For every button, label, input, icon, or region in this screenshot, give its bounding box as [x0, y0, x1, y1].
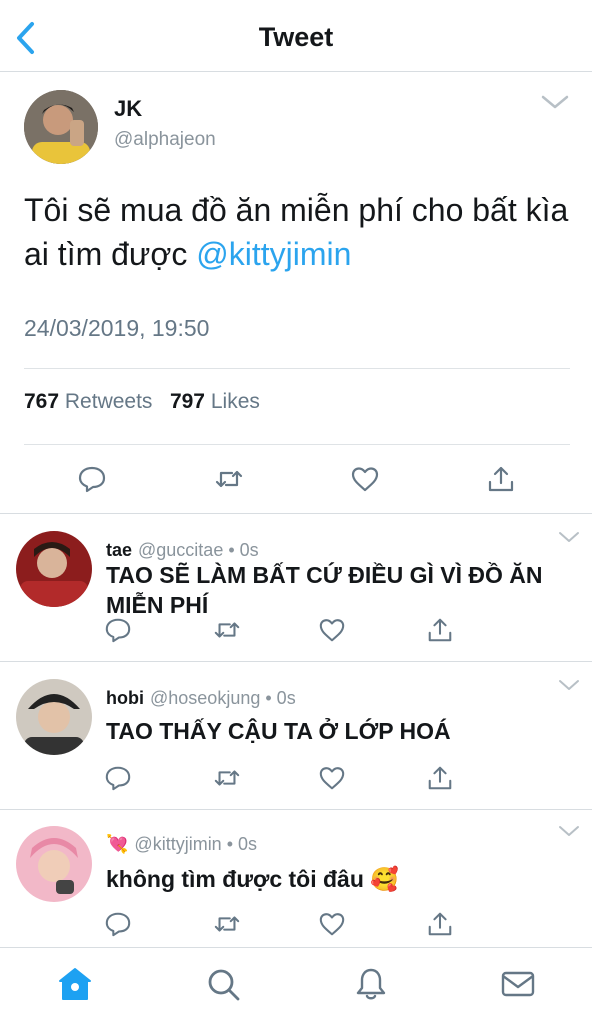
author-name[interactable]: JK [114, 96, 142, 122]
mail-icon [501, 971, 535, 997]
tweet-menu-button[interactable] [558, 678, 580, 692]
retweet-button[interactable] [213, 764, 243, 794]
mention-link[interactable]: @kittyjimin [196, 236, 351, 272]
reply-text: không tìm được tôi đâu 🥰 [106, 866, 399, 892]
tweet-timestamp: 24/03/2019, 19:50 [24, 315, 210, 341]
main-tweet: JK @alphajeon Tôi sẽ mua đồ ăn miễn phí … [0, 72, 592, 514]
reply-text: TAO THẤY CẬU TA Ở LỚP HOÁ [106, 718, 451, 744]
divider [24, 368, 570, 369]
like-button[interactable] [350, 464, 380, 494]
reply-header: 💘 @kittyjimin • 0s [106, 834, 257, 855]
reply-tweet[interactable]: 💘 @kittyjimin • 0s không tìm được tôi đâu… [0, 810, 592, 947]
retweet-icon [214, 770, 240, 786]
share-button[interactable] [426, 616, 456, 646]
reply-button[interactable] [104, 910, 134, 940]
tab-messages[interactable] [500, 966, 536, 1002]
reply-text: TAO SẼ LÀM BẤT CỨ ĐIỀU GÌ VÌ ĐỒ ĂN MIỄN … [106, 562, 543, 618]
reply-actions [0, 910, 592, 940]
retweet-icon [215, 470, 243, 488]
retweet-button[interactable] [214, 464, 244, 494]
reply-icon [105, 912, 131, 937]
tweet-actions [0, 464, 592, 500]
chevron-down-icon [559, 532, 579, 542]
reply-author-name[interactable]: 💘 [106, 834, 128, 854]
likes-stat[interactable]: 797 Likes [170, 390, 260, 413]
top-nav-bar: Tweet [0, 0, 592, 72]
reply-author-handle[interactable]: @kittyjimin [134, 834, 221, 854]
retweets-stat[interactable]: 767 Retweets [24, 390, 152, 413]
retweets-count: 767 [24, 390, 60, 413]
share-button[interactable] [426, 764, 456, 794]
tweet-menu-button[interactable] [540, 92, 570, 112]
reply-icon [105, 618, 131, 643]
share-icon [428, 618, 452, 642]
heart-icon [319, 913, 345, 936]
like-button[interactable] [318, 910, 348, 940]
reply-icon [105, 766, 131, 791]
author-handle[interactable]: @alphajeon [114, 129, 216, 151]
reply-time: • 0s [226, 834, 258, 854]
avatar[interactable] [24, 90, 98, 164]
chevron-down-icon [541, 95, 569, 109]
avatar[interactable] [16, 679, 92, 755]
likes-label: Likes [210, 390, 260, 413]
reply-button[interactable] [104, 616, 134, 646]
avatar[interactable] [16, 531, 92, 607]
tweet-stats: 767 Retweets 797 Likes [24, 390, 260, 414]
tab-home[interactable] [57, 966, 93, 1002]
share-button[interactable] [486, 464, 516, 494]
like-button[interactable] [318, 764, 348, 794]
reply-actions [0, 616, 592, 646]
avatar[interactable] [16, 826, 92, 902]
reply-author-handle[interactable]: @hoseokjung [150, 688, 260, 708]
heart-icon [351, 467, 379, 492]
share-button[interactable] [426, 910, 456, 940]
divider [24, 444, 570, 445]
retweet-icon [214, 622, 240, 638]
chevron-down-icon [559, 826, 579, 836]
retweet-icon [214, 916, 240, 932]
reply-button[interactable] [77, 464, 107, 494]
reply-author-handle[interactable]: @guccitae [138, 540, 223, 560]
chevron-down-icon [559, 680, 579, 690]
tweet-text: Tôi sẽ mua đồ ăn miễn phí cho bất kìa ai… [24, 188, 572, 276]
reply-author-name[interactable]: hobi [106, 688, 144, 708]
reply-author-name[interactable]: tae [106, 540, 132, 560]
reply-tweet[interactable]: tae @guccitae • 0s TAO SẼ LÀM BẤT CỨ ĐIỀU… [0, 514, 592, 662]
reply-actions [0, 764, 592, 794]
heart-icon [319, 619, 345, 642]
reply-icon [78, 466, 106, 493]
retweet-button[interactable] [213, 910, 243, 940]
search-icon [208, 969, 240, 1001]
home-icon [59, 968, 91, 1000]
heart-icon [319, 767, 345, 790]
tab-search[interactable] [205, 966, 241, 1002]
reply-time: • 0s [265, 688, 296, 708]
bottom-tab-bar [0, 947, 592, 1024]
share-icon [428, 766, 452, 790]
reply-tweet[interactable]: hobi @hoseokjung • 0s TAO THẤY CẬU TA Ở L… [0, 662, 592, 810]
like-button[interactable] [318, 616, 348, 646]
likes-count: 797 [169, 390, 205, 413]
retweet-button[interactable] [213, 616, 243, 646]
tweet-menu-button[interactable] [558, 824, 580, 838]
reply-header: hobi @hoseokjung • 0s [106, 688, 296, 709]
tab-notifications[interactable] [353, 966, 389, 1002]
reply-header: tae @guccitae • 0s [106, 540, 259, 561]
share-icon [428, 912, 452, 936]
share-icon [488, 466, 514, 492]
reply-button[interactable] [104, 764, 134, 794]
tweet-menu-button[interactable] [558, 530, 580, 544]
retweets-label: Retweets [64, 390, 153, 413]
bell-icon [356, 968, 386, 1000]
page-title: Tweet [258, 22, 334, 52]
reply-time: • 0s [228, 540, 259, 560]
